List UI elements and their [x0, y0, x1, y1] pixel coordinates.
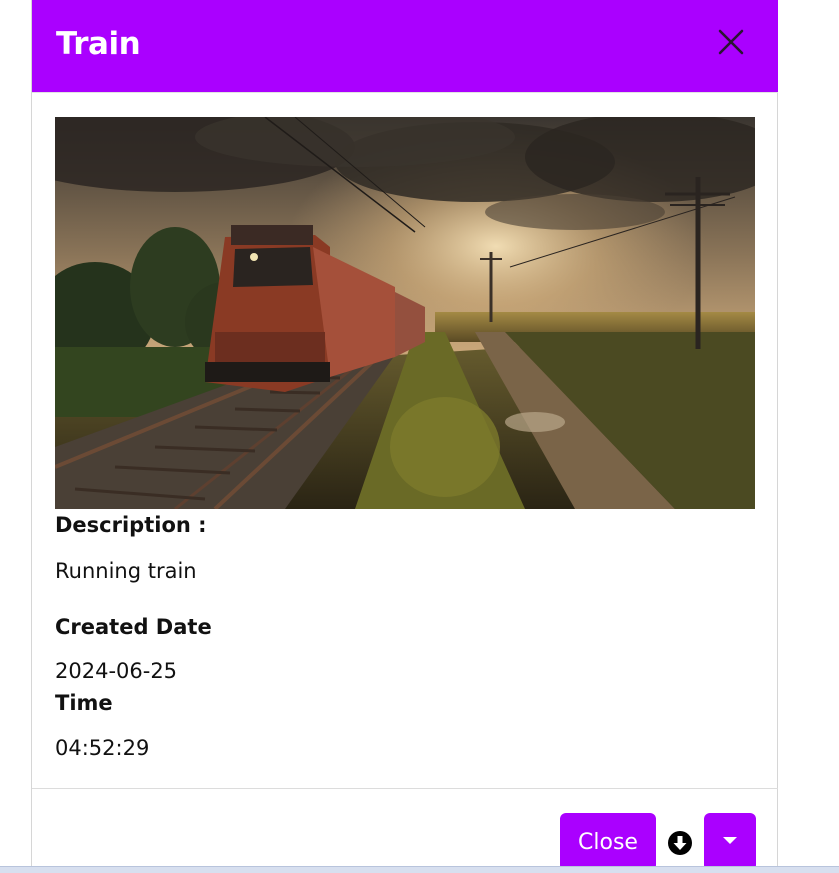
modal-body: Description : Running train Created Date…: [32, 92, 778, 788]
close-button[interactable]: Close: [560, 813, 656, 871]
close-icon[interactable]: [717, 28, 745, 56]
modal-title: Train: [56, 26, 141, 62]
modal-footer: Close: [32, 788, 778, 873]
image-details-modal: Train Description: Running train Create…: [31, 0, 778, 873]
options-dropdown-button[interactable]: [704, 813, 756, 871]
created-date-label: Created Date: [55, 615, 212, 639]
created-date-value: 2024-06-25: [55, 659, 178, 683]
modal-header: Train: [32, 0, 778, 92]
caret-down-icon: [723, 837, 737, 844]
description-value: Running train: [55, 559, 197, 583]
description-label: Description :: [55, 513, 207, 537]
window-bottom-edge: [0, 866, 839, 873]
download-icon[interactable]: [667, 830, 693, 856]
time-value: 04:52:29: [55, 736, 150, 760]
train-photo: [55, 117, 755, 509]
time-label: Time: [55, 691, 113, 715]
